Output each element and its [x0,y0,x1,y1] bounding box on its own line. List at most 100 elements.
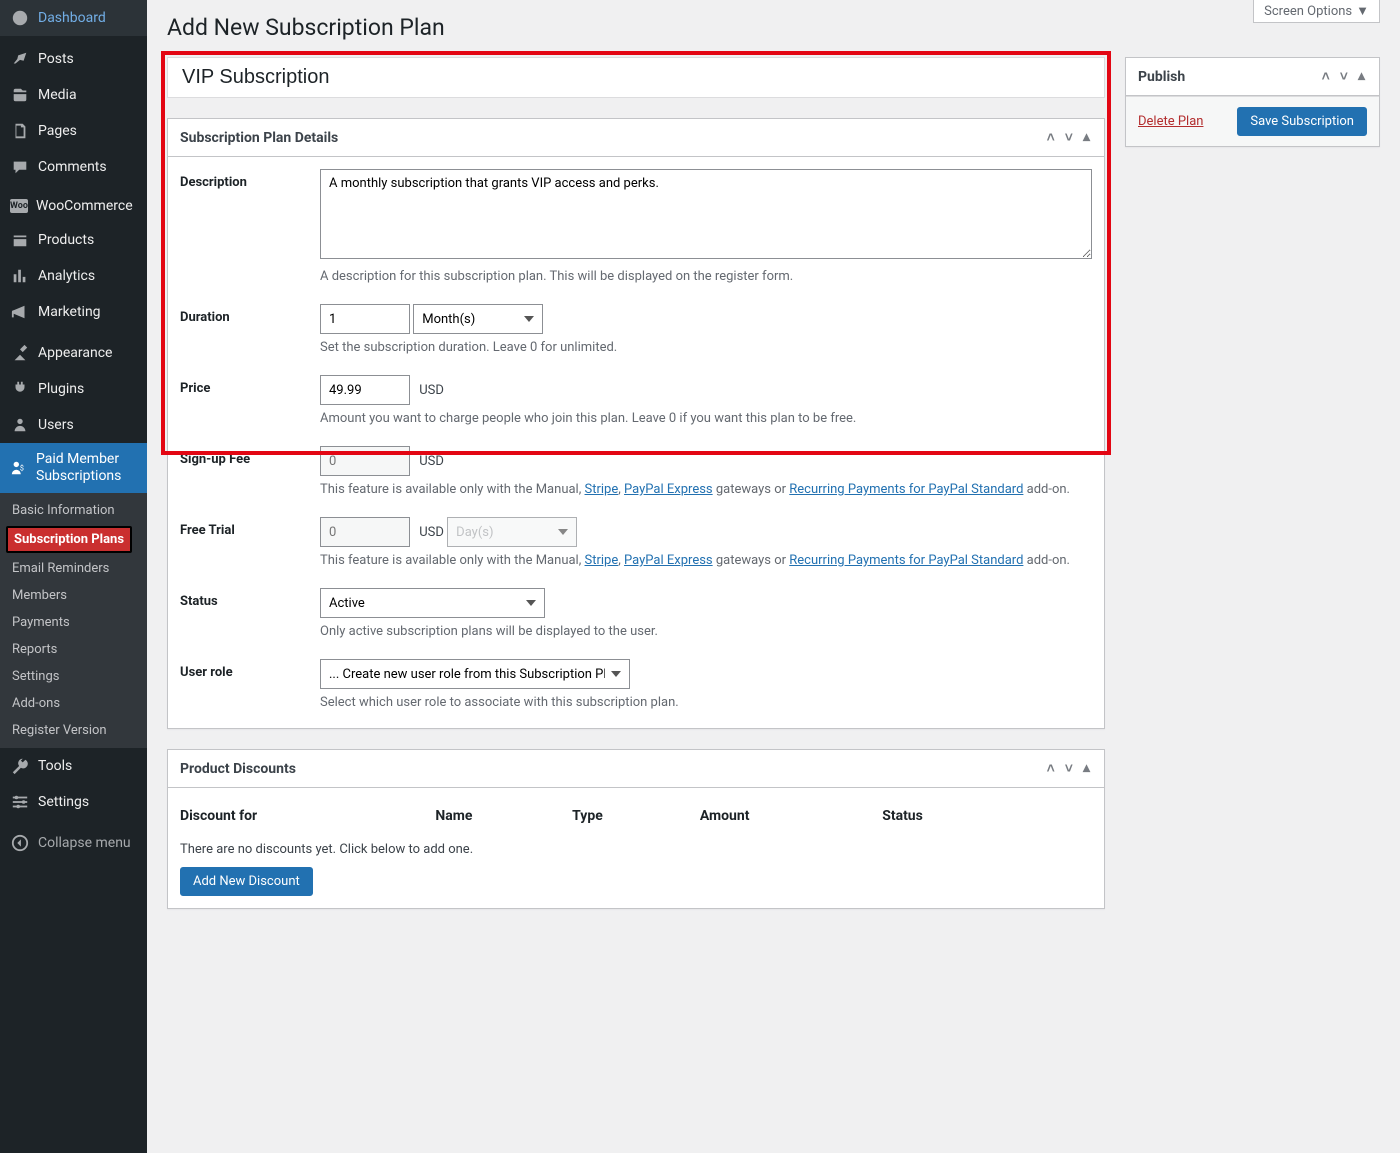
triangle-up-icon[interactable]: ▴ [1081,129,1092,146]
price-currency: USD [419,383,444,398]
chevron-down-icon: ▼ [1356,3,1369,19]
price-label: Price [180,375,300,426]
sidebar-item-label: Users [38,417,74,433]
comment-icon [10,157,30,177]
user-role-label: User role [180,659,300,710]
chevron-up-icon[interactable]: ˄ [1045,129,1057,146]
user-role-select[interactable]: ... Create new user role from this Subsc… [320,659,630,689]
sidebar-item-label: Pages [38,123,77,139]
sidebar-item-paid-member-subscriptions[interactable]: $ Paid Member Subscriptions [0,443,147,493]
submenu-email-reminders[interactable]: Email Reminders [0,555,147,582]
screen-options-toggle[interactable]: Screen Options▼ [1253,0,1380,23]
price-input[interactable] [320,375,410,405]
product-icon [10,230,30,250]
description-label: Description [180,169,300,284]
trial-currency: USD [419,525,444,540]
sidebar-item-posts[interactable]: Posts [0,41,147,77]
sidebar-item-label: Comments [38,159,107,175]
discounts-table-header: Discount for Name Type Amount Status [180,800,1092,832]
sidebar-item-label: Paid Member Subscriptions [36,451,137,485]
sidebar-item-marketing[interactable]: Marketing [0,294,147,330]
triangle-up-icon[interactable]: ▴ [1356,68,1367,85]
sidebar-item-label: Analytics [38,268,95,284]
sidebar-item-media[interactable]: Media [0,77,147,113]
signup-fee-label: Sign-up Fee [180,446,300,497]
status-label: Status [180,588,300,639]
sidebar-item-woocommerce[interactable]: WooWooCommerce [0,190,147,222]
plan-title-input[interactable] [167,57,1105,98]
sidebar-item-label: Collapse menu [38,835,131,851]
submenu-add-ons[interactable]: Add-ons [0,690,147,717]
sidebar-item-settings[interactable]: Settings [0,784,147,820]
sidebar-item-appearance[interactable]: Appearance [0,335,147,371]
duration-label: Duration [180,304,300,355]
svg-text:$: $ [20,463,24,472]
submenu-reports[interactable]: Reports [0,636,147,663]
chevron-down-icon[interactable]: ˅ [1063,760,1075,777]
duration-unit-select[interactable]: Month(s) [413,304,543,334]
sidebar-item-collapse[interactable]: Collapse menu [0,825,147,861]
page-title: Add New Subscription Plan [167,14,1380,41]
stripe-link[interactable]: Stripe [585,482,619,497]
sidebar-item-label: Tools [38,758,72,774]
paypal-express-link-2[interactable]: PayPal Express [624,553,713,568]
sidebar-item-label: Media [38,87,77,103]
chevron-up-icon[interactable]: ˄ [1045,760,1057,777]
trial-unit-select: Day(s) [447,517,577,547]
sidebar-item-analytics[interactable]: Analytics [0,258,147,294]
sidebar-submenu: Basic Information Subscription Plans Ema… [0,493,147,748]
submenu-payments[interactable]: Payments [0,609,147,636]
sidebar-item-label: Marketing [38,304,101,320]
collapse-icon [10,833,30,853]
chevron-up-icon[interactable]: ˄ [1320,68,1332,85]
submenu-register-version[interactable]: Register Version [0,717,147,744]
signup-currency: USD [419,454,444,469]
role-hint: Select which user role to associate with… [320,695,1092,710]
save-subscription-button[interactable]: Save Subscription [1237,107,1367,136]
signup-hint: This feature is available only with the … [320,482,1092,497]
woo-icon: Woo [10,199,28,213]
appearance-icon [10,343,30,363]
pin-icon [10,49,30,69]
subscription-plan-details-box: Subscription Plan Details ˄ ˅ ▴ Descript… [167,118,1105,729]
submenu-members[interactable]: Members [0,582,147,609]
triangle-up-icon[interactable]: ▴ [1081,760,1092,777]
marketing-icon [10,302,30,322]
sidebar-item-tools[interactable]: Tools [0,748,147,784]
signup-fee-input [320,446,410,476]
submenu-settings[interactable]: Settings [0,663,147,690]
sidebar-item-dashboard[interactable]: Dashboard [0,0,147,36]
sidebar-item-label: Appearance [38,345,112,361]
description-hint: A description for this subscription plan… [320,269,1092,284]
chevron-down-icon[interactable]: ˅ [1338,68,1350,85]
sidebar-item-plugins[interactable]: Plugins [0,371,147,407]
sidebar-item-pages[interactable]: Pages [0,113,147,149]
admin-sidebar: Dashboard Posts Media Pages Comments Woo… [0,0,147,1153]
recurring-payments-link-2[interactable]: Recurring Payments for PayPal Standard [789,553,1023,568]
status-select[interactable]: Active [320,588,545,618]
submenu-subscription-plans[interactable]: Subscription Plans [6,526,132,553]
add-new-discount-button[interactable]: Add New Discount [180,867,313,896]
sidebar-item-users[interactable]: Users [0,407,147,443]
media-icon [10,85,30,105]
submenu-basic-information[interactable]: Basic Information [0,497,147,524]
sidebar-item-products[interactable]: Products [0,222,147,258]
details-box-header[interactable]: Subscription Plan Details ˄ ˅ ▴ [168,119,1104,157]
stripe-link-2[interactable]: Stripe [585,553,619,568]
delete-plan-link[interactable]: Delete Plan [1138,114,1203,129]
trial-hint: This feature is available only with the … [320,553,1092,568]
free-trial-input [320,517,410,547]
publish-box-header[interactable]: Publish ˄ ˅ ▴ [1126,58,1379,96]
discounts-box-header[interactable]: Product Discounts ˄ ˅ ▴ [168,750,1104,788]
plugin-icon [10,379,30,399]
paypal-express-link[interactable]: PayPal Express [624,482,713,497]
sidebar-item-comments[interactable]: Comments [0,149,147,185]
publish-box: Publish ˄ ˅ ▴ Delete Plan Save Subscript… [1125,57,1380,147]
duration-input[interactable] [320,304,410,334]
description-textarea[interactable]: A monthly subscription that grants VIP a… [320,169,1092,259]
price-hint: Amount you want to charge people who joi… [320,411,1092,426]
chevron-down-icon[interactable]: ˅ [1063,129,1075,146]
sidebar-item-label: Dashboard [38,10,106,26]
recurring-payments-link[interactable]: Recurring Payments for PayPal Standard [789,482,1023,497]
tools-icon [10,756,30,776]
